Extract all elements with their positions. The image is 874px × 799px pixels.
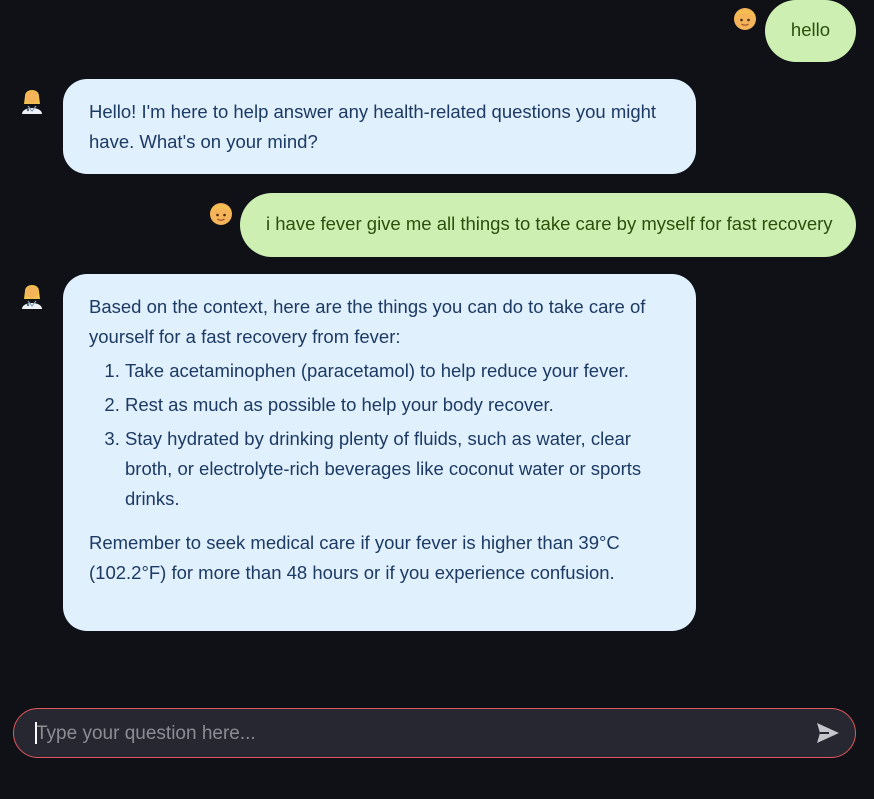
user-message-text: hello bbox=[790, 19, 830, 40]
user-message-bubble: hello bbox=[764, 0, 856, 62]
assistant-message-bubble: Hello! I'm here to help answer any healt… bbox=[63, 79, 696, 174]
chat-input-container[interactable] bbox=[13, 708, 856, 758]
list-item: Take acetaminophen (paracetamol) to help… bbox=[125, 356, 670, 386]
assistant-intro-text: Based on the context, here are the thing… bbox=[89, 296, 646, 347]
user-face-icon bbox=[734, 8, 756, 30]
health-worker-icon bbox=[22, 90, 42, 114]
text-caret bbox=[35, 722, 37, 744]
assistant-avatar bbox=[19, 282, 45, 309]
send-icon[interactable] bbox=[815, 721, 841, 745]
user-avatar bbox=[732, 5, 758, 31]
care-steps-list: Take acetaminophen (paracetamol) to help… bbox=[89, 356, 670, 514]
assistant-avatar bbox=[19, 87, 45, 114]
health-worker-icon bbox=[22, 285, 42, 309]
assistant-message-bubble: Based on the context, here are the thing… bbox=[63, 274, 696, 631]
user-message-bubble: i have fever give me all things to take … bbox=[240, 193, 856, 257]
user-message-text: i have fever give me all things to take … bbox=[266, 213, 833, 234]
assistant-message-text: Hello! I'm here to help answer any healt… bbox=[89, 101, 657, 152]
chat-input[interactable] bbox=[34, 709, 798, 758]
user-avatar bbox=[208, 200, 234, 226]
assistant-outro-text: Remember to seek medical care if your fe… bbox=[89, 532, 620, 583]
list-item: Stay hydrated by drinking plenty of flui… bbox=[125, 424, 670, 514]
user-face-icon bbox=[210, 203, 232, 225]
list-item: Rest as much as possible to help your bo… bbox=[125, 390, 670, 420]
